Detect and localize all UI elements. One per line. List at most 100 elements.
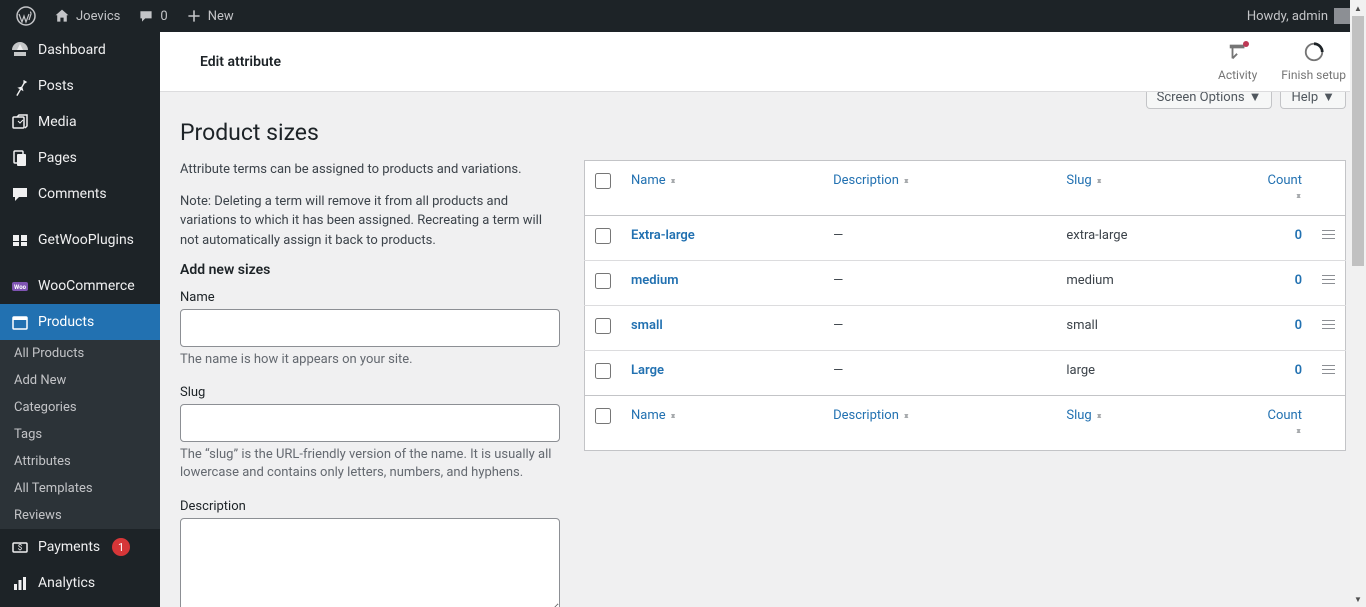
col-name-footer[interactable]: Name <box>621 396 823 451</box>
chevron-down-icon: ▼ <box>1322 92 1335 105</box>
table-row: small—small0 <box>585 306 1346 351</box>
menu-analytics[interactable]: Analytics <box>0 565 160 601</box>
scroll-up-arrow[interactable]: ▲ <box>1350 0 1366 16</box>
svg-text:$: $ <box>18 543 23 552</box>
wordpress-icon <box>16 6 36 26</box>
drag-handle[interactable] <box>1312 351 1346 396</box>
help-tab[interactable]: Help ▼ <box>1280 92 1346 109</box>
submenu-all-products[interactable]: All Products <box>0 340 160 367</box>
products-icon <box>10 312 30 332</box>
term-count-link[interactable]: 0 <box>1295 273 1302 288</box>
select-all-checkbox[interactable] <box>595 173 611 189</box>
term-count-link[interactable]: 0 <box>1295 228 1302 243</box>
intro-text: Attribute terms can be assigned to produ… <box>180 160 560 180</box>
submenu-add-new[interactable]: Add New <box>0 367 160 394</box>
row-checkbox[interactable] <box>595 273 611 289</box>
submenu-tags[interactable]: Tags <box>0 421 160 448</box>
name-input[interactable] <box>180 309 560 347</box>
menu-label: Posts <box>38 78 74 94</box>
col-slug[interactable]: Slug <box>1056 161 1252 216</box>
activity-label: Activity <box>1218 68 1257 82</box>
chevron-down-icon: ▼ <box>1249 92 1262 105</box>
drag-icon <box>1322 230 1335 239</box>
menu-label: WooCommerce <box>38 278 135 294</box>
howdy-account[interactable]: Howdy, admin <box>1239 0 1358 32</box>
menu-pages[interactable]: Pages <box>0 140 160 176</box>
menu-label: GetWooPlugins <box>38 232 134 248</box>
name-label: Name <box>180 290 560 305</box>
row-checkbox[interactable] <box>595 318 611 334</box>
submenu-reviews[interactable]: Reviews <box>0 502 160 529</box>
home-icon <box>54 8 70 24</box>
plugin-icon <box>10 230 30 250</box>
menu-label: Products <box>38 314 94 330</box>
slug-input[interactable] <box>180 404 560 442</box>
drag-icon <box>1322 365 1335 374</box>
activity-button[interactable]: Activity <box>1218 41 1257 82</box>
term-name-link[interactable]: small <box>631 318 663 333</box>
drag-handle[interactable] <box>1312 306 1346 351</box>
term-name-link[interactable]: Large <box>631 363 664 378</box>
menu-label: Analytics <box>38 575 95 591</box>
select-all-checkbox-footer[interactable] <box>595 408 611 424</box>
drag-handle[interactable] <box>1312 216 1346 261</box>
scroll-down-arrow[interactable]: ▼ <box>1350 591 1366 607</box>
submenu-attributes[interactable]: Attributes <box>0 448 160 475</box>
slug-hint: The “slug” is the URL-friendly version o… <box>180 446 560 482</box>
col-description[interactable]: Description <box>823 161 1056 216</box>
term-slug: small <box>1056 306 1252 351</box>
table-row: Large—large0 <box>585 351 1346 396</box>
menu-getwooplugins[interactable]: GetWooPlugins <box>0 222 160 258</box>
menu-comments[interactable]: Comments <box>0 176 160 212</box>
page-header: Edit attribute Activity Finish setup <box>160 32 1366 92</box>
table-row: medium—medium0 <box>585 261 1346 306</box>
submenu-categories[interactable]: Categories <box>0 394 160 421</box>
description-label: Description <box>180 499 560 514</box>
drag-handle[interactable] <box>1312 261 1346 306</box>
badge-count: 1 <box>112 538 130 556</box>
menu-dashboard[interactable]: Dashboard <box>0 32 160 68</box>
submenu-all-templates[interactable]: All Templates <box>0 475 160 502</box>
menu-media[interactable]: Media <box>0 104 160 140</box>
col-slug-footer[interactable]: Slug <box>1056 396 1252 451</box>
scrollbar[interactable]: ▲ ▼ <box>1350 0 1366 607</box>
term-name-link[interactable]: medium <box>631 273 679 288</box>
pages-icon <box>10 148 30 168</box>
pin-icon <box>10 76 30 96</box>
new-content-link[interactable]: New <box>178 0 242 32</box>
term-name-link[interactable]: Extra-large <box>631 228 695 243</box>
col-count[interactable]: Count <box>1252 161 1312 216</box>
products-submenu: All Products Add New Categories Tags Att… <box>0 340 160 529</box>
menu-products[interactable]: Products <box>0 304 160 340</box>
menu-payments[interactable]: $ Payments 1 <box>0 529 160 565</box>
term-slug: extra-large <box>1056 216 1252 261</box>
term-count-link[interactable]: 0 <box>1295 318 1302 333</box>
row-checkbox[interactable] <box>595 363 611 379</box>
comments-link[interactable]: 0 <box>130 0 175 32</box>
description-textarea[interactable] <box>180 518 560 607</box>
menu-woocommerce[interactable]: Woo WooCommerce <box>0 268 160 304</box>
menu-label: Pages <box>38 150 77 166</box>
term-slug: large <box>1056 351 1252 396</box>
comment-count: 0 <box>160 9 167 24</box>
scrollbar-thumb[interactable] <box>1352 16 1364 266</box>
col-description-footer[interactable]: Description <box>823 396 1056 451</box>
wp-logo-menu[interactable] <box>8 0 44 32</box>
page-title: Product sizes <box>180 119 1346 146</box>
name-hint: The name is how it appears on your site. <box>180 351 560 369</box>
screen-options-tab[interactable]: Screen Options ▼ <box>1146 92 1273 109</box>
term-count-link[interactable]: 0 <box>1295 363 1302 378</box>
new-label: New <box>208 9 234 24</box>
col-count-footer[interactable]: Count <box>1252 396 1312 451</box>
dashboard-icon <box>10 40 30 60</box>
howdy-text: Howdy, admin <box>1247 9 1328 24</box>
menu-posts[interactable]: Posts <box>0 68 160 104</box>
progress-icon <box>1303 41 1325 66</box>
row-checkbox[interactable] <box>595 228 611 244</box>
finish-setup-label: Finish setup <box>1281 68 1346 82</box>
page-header-title: Edit attribute <box>200 54 281 70</box>
admin-bar: Joevics 0 New Howdy, admin <box>0 0 1366 32</box>
site-name-link[interactable]: Joevics <box>46 0 128 32</box>
col-name[interactable]: Name <box>621 161 823 216</box>
finish-setup-button[interactable]: Finish setup <box>1281 41 1346 82</box>
